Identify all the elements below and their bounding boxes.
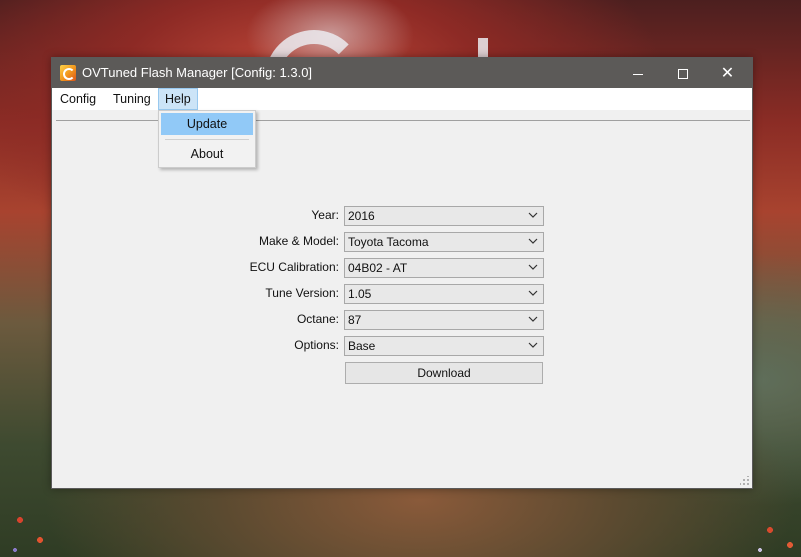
window-title: OVTuned Flash Manager [Config: 1.3.0] bbox=[82, 65, 313, 80]
octane-label: Octane: bbox=[296, 312, 339, 326]
form-row-options: Options: Base bbox=[52, 336, 752, 356]
app-logo-icon bbox=[60, 65, 76, 81]
ecu-calibration-label: ECU Calibration: bbox=[249, 260, 339, 274]
dropdown-separator bbox=[165, 139, 249, 140]
form-row-octane: Octane: 87 bbox=[52, 310, 752, 330]
form-row-ecu-calibration: ECU Calibration: 04B02 - AT bbox=[52, 258, 752, 278]
close-icon: ✕ bbox=[720, 65, 735, 82]
chevron-down-icon bbox=[528, 316, 538, 322]
chevron-down-icon bbox=[528, 212, 538, 218]
download-button[interactable]: Download bbox=[345, 362, 543, 384]
minimize-icon bbox=[632, 73, 643, 75]
options-value: Base bbox=[348, 339, 376, 353]
chevron-down-icon bbox=[528, 238, 538, 244]
chevron-down-icon bbox=[528, 342, 538, 348]
menu-item-about[interactable]: About bbox=[161, 143, 253, 165]
year-select[interactable]: 2016 bbox=[344, 206, 544, 226]
make-model-value: Toyota Tacoma bbox=[348, 235, 429, 249]
resize-grip[interactable] bbox=[740, 476, 750, 486]
make-model-select[interactable]: Toyota Tacoma bbox=[344, 232, 544, 252]
tune-version-label: Tune Version: bbox=[265, 286, 339, 300]
chevron-down-icon bbox=[528, 264, 538, 270]
year-label: Year: bbox=[311, 208, 339, 222]
options-select[interactable]: Base bbox=[344, 336, 544, 356]
year-value: 2016 bbox=[348, 209, 375, 223]
menu-tuning[interactable]: Tuning bbox=[107, 88, 157, 110]
help-dropdown-menu: Update About bbox=[158, 110, 256, 168]
ecu-calibration-value: 04B02 - AT bbox=[348, 261, 408, 275]
form-row-year: Year: 2016 bbox=[52, 206, 752, 226]
menu-config[interactable]: Config bbox=[54, 88, 102, 110]
form-row-make-model: Make & Model: Toyota Tacoma bbox=[52, 232, 752, 252]
make-model-label: Make & Model: bbox=[258, 234, 339, 248]
maximize-icon bbox=[677, 69, 688, 80]
octane-value: 87 bbox=[348, 313, 362, 327]
chevron-down-icon bbox=[528, 290, 538, 296]
options-label: Options: bbox=[294, 338, 339, 352]
ecu-calibration-select[interactable]: 04B02 - AT bbox=[344, 258, 544, 278]
menu-item-update[interactable]: Update bbox=[161, 113, 253, 135]
menu-bar: Config Tuning Help bbox=[52, 88, 752, 110]
close-button[interactable]: ✕ bbox=[705, 58, 750, 88]
menu-help[interactable]: Help bbox=[158, 88, 198, 110]
tune-version-value: 1.05 bbox=[348, 287, 372, 301]
minimize-button[interactable] bbox=[615, 58, 660, 88]
title-bar[interactable]: OVTuned Flash Manager [Config: 1.3.0] ✕ bbox=[52, 58, 752, 88]
app-window: OVTuned Flash Manager [Config: 1.3.0] ✕ … bbox=[51, 57, 753, 489]
maximize-button[interactable] bbox=[660, 58, 705, 88]
tune-version-select[interactable]: 1.05 bbox=[344, 284, 544, 304]
form-row-tune-version: Tune Version: 1.05 bbox=[52, 284, 752, 304]
octane-select[interactable]: 87 bbox=[344, 310, 544, 330]
